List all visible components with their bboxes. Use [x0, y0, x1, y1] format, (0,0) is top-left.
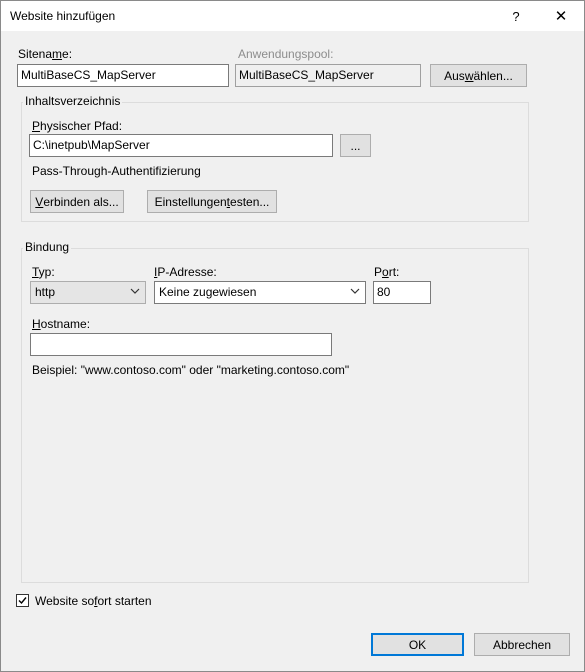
hostname-example-text: Beispiel: "www.contoso.com" oder "market…	[32, 363, 350, 377]
help-icon: ?	[512, 8, 520, 24]
binding-title: Bindung	[23, 240, 72, 254]
type-label: Typ:	[32, 265, 55, 279]
cancel-button[interactable]: Abbrechen	[474, 633, 570, 656]
start-website-checkbox[interactable]	[16, 594, 29, 607]
content-directory-title: Inhaltsverzeichnis	[23, 94, 123, 108]
site-name-input[interactable]: MultiBaseCS_MapServer	[17, 64, 229, 87]
checkmark-icon	[18, 597, 27, 605]
title-bar: Website hinzufügen ? ✕	[1, 1, 584, 31]
physical-path-label: Physischer Pfad:	[32, 119, 123, 133]
close-icon: ✕	[554, 8, 568, 25]
auth-mode-text: Pass-Through-Authentifizierung	[32, 164, 201, 178]
ok-button[interactable]: OK	[371, 633, 464, 656]
start-website-label[interactable]: Website sofort starten	[35, 594, 152, 608]
connect-as-button[interactable]: Verbinden als...	[30, 190, 124, 213]
physical-path-input[interactable]: C:\inetpub\MapServer	[29, 134, 333, 157]
hostname-label: Hostname:	[32, 317, 91, 331]
ip-address-label: IP-Adresse:	[154, 265, 217, 279]
close-button[interactable]: ✕	[538, 1, 584, 31]
ip-address-select[interactable]: Keine zugewiesen	[154, 281, 366, 304]
select-app-pool-button[interactable]: Aus w ählen...	[430, 64, 527, 87]
add-website-dialog: Website hinzufügen ? ✕ Sitename: MultiBa…	[0, 0, 585, 672]
type-select[interactable]: http	[30, 281, 146, 304]
port-input[interactable]: 80	[373, 281, 431, 304]
browse-path-button[interactable]: ...	[340, 134, 371, 157]
chevron-down-icon	[130, 288, 140, 294]
site-name-label: Sitename:	[18, 47, 73, 61]
type-select-value: http	[35, 285, 56, 299]
ip-address-select-value: Keine zugewiesen	[159, 285, 257, 299]
test-settings-button[interactable]: Einstellungen t esten...	[147, 190, 277, 213]
chevron-down-icon	[350, 288, 360, 294]
app-pool-field: MultiBaseCS_MapServer	[235, 64, 421, 87]
help-button[interactable]: ?	[493, 1, 539, 31]
port-label: Port:	[374, 265, 400, 279]
hostname-input[interactable]	[30, 333, 332, 356]
dialog-title: Website hinzufügen	[10, 9, 116, 23]
app-pool-label: Anwendungspool:	[238, 47, 334, 61]
